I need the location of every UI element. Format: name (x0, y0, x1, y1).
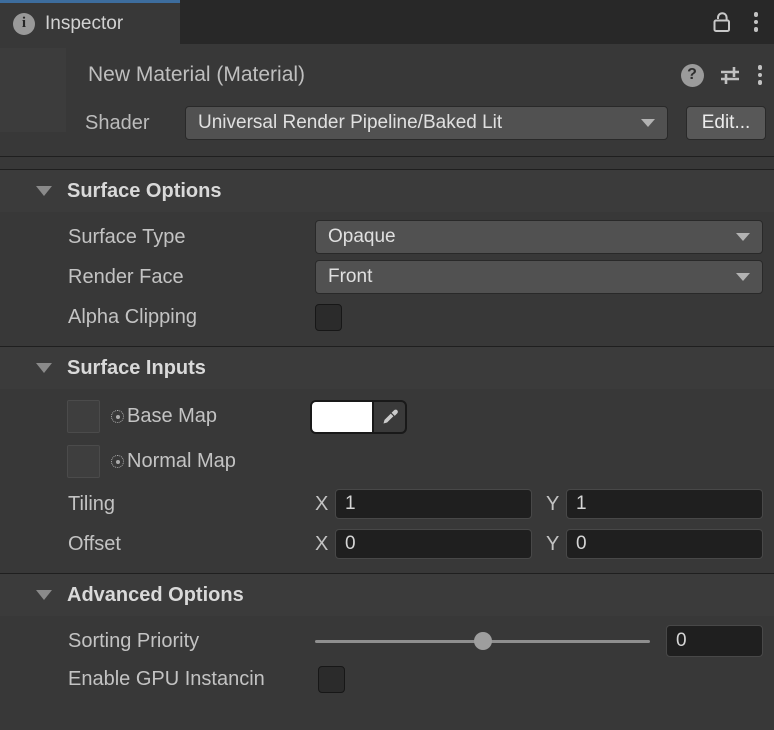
info-circle-icon: i (13, 13, 35, 35)
render-face-dropdown[interactable]: Front (315, 260, 763, 294)
kebab-menu-icon[interactable] (752, 10, 761, 34)
unlocked-padlock-icon[interactable] (709, 10, 734, 35)
help-icon[interactable]: ? (681, 64, 704, 87)
sorting-priority-value-field[interactable]: 0 (666, 625, 763, 657)
tiling-y-axis-label: Y (546, 493, 566, 516)
alpha-clipping-label: Alpha Clipping (68, 306, 315, 329)
gpu-instancing-checkbox[interactable] (318, 666, 345, 693)
chevron-down-icon (736, 233, 750, 241)
base-map-color-field[interactable] (310, 400, 407, 434)
shader-dropdown[interactable]: Universal Render Pipeline/Baked Lit (185, 106, 668, 140)
slider-handle[interactable] (474, 632, 492, 650)
offset-label: Offset (68, 533, 315, 556)
foldout-triangle-icon (36, 186, 52, 196)
render-face-value: Front (328, 266, 372, 288)
sorting-priority-slider[interactable] (315, 631, 650, 651)
shader-label: Shader (85, 112, 185, 135)
material-preview-thumbnail[interactable] (0, 48, 66, 132)
gpu-instancing-row: Enable GPU Instancin (0, 661, 774, 697)
chevron-down-icon (736, 273, 750, 281)
render-face-label: Render Face (68, 266, 315, 289)
tiling-x-axis-label: X (315, 493, 335, 516)
material-title: New Material (Material) (88, 63, 667, 87)
offset-x-axis-label: X (315, 533, 335, 556)
offset-row: Offset X 0 Y 0 (0, 524, 774, 564)
foldout-triangle-icon (36, 590, 52, 600)
offset-y-field[interactable]: 0 (566, 529, 763, 559)
render-face-row: Render Face Front (0, 257, 774, 297)
object-picker-icon[interactable] (111, 455, 124, 468)
tiling-label: Tiling (68, 493, 315, 516)
base-map-label: Base Map (127, 405, 217, 428)
normal-map-texture-slot[interactable] (67, 445, 100, 478)
advanced-options-foldout-header[interactable]: Advanced Options (0, 573, 774, 616)
divider (0, 156, 774, 169)
sorting-priority-label: Sorting Priority (68, 630, 315, 653)
object-picker-icon[interactable] (111, 410, 124, 423)
base-map-color-swatch[interactable] (312, 402, 372, 432)
inspector-tab-bar: i Inspector (0, 0, 774, 44)
section-title: Surface Options (67, 180, 221, 203)
presets-sliders-icon[interactable] (718, 64, 742, 86)
tiling-row: Tiling X 1 Y 1 (0, 484, 774, 524)
sorting-priority-row: Sorting Priority 0 (0, 621, 774, 661)
surface-type-row: Surface Type Opaque (0, 217, 774, 257)
foldout-triangle-icon (36, 363, 52, 373)
section-advanced-options: Advanced Options Sorting Priority 0 Enab… (0, 573, 774, 706)
offset-y-axis-label: Y (546, 533, 566, 556)
surface-options-foldout-header[interactable]: Surface Options (0, 169, 774, 212)
surface-inputs-foldout-header[interactable]: Surface Inputs (0, 346, 774, 389)
eyedropper-icon[interactable] (372, 402, 405, 432)
tiling-x-field[interactable]: 1 (335, 489, 532, 519)
alpha-clipping-row: Alpha Clipping (0, 297, 774, 337)
tab-label: Inspector (45, 13, 123, 35)
shader-edit-button[interactable]: Edit... (686, 106, 766, 140)
shader-dropdown-value: Universal Render Pipeline/Baked Lit (198, 112, 502, 134)
surface-type-label: Surface Type (68, 226, 315, 249)
base-map-row: Base Map (0, 394, 774, 439)
material-header: New Material (Material) ? Shader Univers… (0, 44, 774, 156)
surface-type-value: Opaque (328, 226, 396, 248)
section-title: Surface Inputs (67, 357, 206, 380)
section-title: Advanced Options (67, 584, 244, 607)
gpu-instancing-label: Enable GPU Instancin (68, 668, 318, 691)
surface-type-dropdown[interactable]: Opaque (315, 220, 763, 254)
normal-map-row: Normal Map (0, 439, 774, 484)
section-surface-inputs: Surface Inputs Base Map (0, 346, 774, 573)
material-kebab-menu-icon[interactable] (756, 63, 765, 87)
tab-inspector[interactable]: i Inspector (0, 0, 180, 44)
section-surface-options: Surface Options Surface Type Opaque Rend… (0, 169, 774, 346)
normal-map-label: Normal Map (127, 450, 236, 473)
offset-x-field[interactable]: 0 (335, 529, 532, 559)
alpha-clipping-checkbox[interactable] (315, 304, 342, 331)
base-map-texture-slot[interactable] (67, 400, 100, 433)
tiling-y-field[interactable]: 1 (566, 489, 763, 519)
chevron-down-icon (641, 119, 655, 127)
